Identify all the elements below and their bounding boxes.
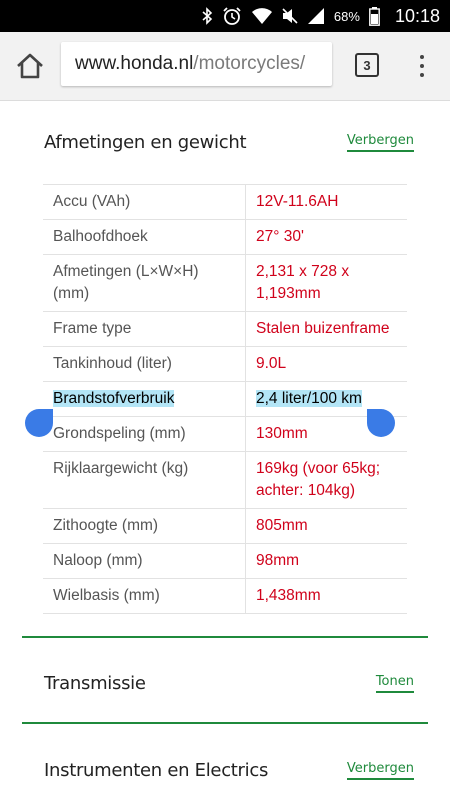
spec-label: Balhoofdhoek <box>43 219 246 255</box>
url-path: /motorcycles/ <box>193 53 306 74</box>
spec-label: Grondspeling (mm) <box>43 416 246 452</box>
section-title: Transmissie <box>44 673 146 694</box>
spec-value: 98mm <box>245 543 407 579</box>
spec-label: Accu (VAh) <box>43 184 246 220</box>
table-row: Naloop (mm) 98mm <box>43 543 407 579</box>
spec-label: Rijklaargewicht (kg) <box>43 451 246 509</box>
spec-value: 805mm <box>245 508 407 544</box>
section-header-dimensions: Afmetingen en gewicht Verbergen <box>44 132 414 153</box>
tab-count: 3 <box>363 57 371 73</box>
page-content: Afmetingen en gewicht Verbergen Accu (VA… <box>0 101 450 800</box>
spec-label: Zithoogte (mm) <box>43 508 246 544</box>
wifi-icon <box>251 7 273 25</box>
table-row: Tankinhoud (liter) 9.0L <box>43 346 407 382</box>
table-row: Frame type Stalen buizenframe <box>43 311 407 347</box>
table-row: Wielbasis (mm) 1,438mm <box>43 578 407 614</box>
spec-value: 27° 30' <box>245 219 407 255</box>
spec-value: 1,438mm <box>245 578 407 614</box>
section-title: Afmetingen en gewicht <box>44 132 247 153</box>
url-host: www.honda.nl <box>75 53 194 74</box>
spec-label: Frame type <box>43 311 246 347</box>
table-row: Grondspeling (mm) 130mm <box>43 416 407 452</box>
overflow-menu-button[interactable] <box>412 52 432 80</box>
url-bar[interactable]: www.honda.nl/motorcycles/ <box>61 42 332 86</box>
spec-value: 12V-11.6AH <box>245 184 407 220</box>
section-divider <box>22 722 428 724</box>
hide-toggle-link[interactable]: Verbergen <box>346 133 414 152</box>
tab-switcher-button[interactable]: 3 <box>355 53 379 77</box>
spec-value: 169kg (voor 65kg; achter: 104kg) <box>245 451 407 509</box>
menu-dot <box>420 55 424 59</box>
selection-handle-start[interactable] <box>25 409 53 437</box>
bluetooth-icon <box>201 7 213 25</box>
browser-toolbar: www.honda.nl/motorcycles/ 3 <box>0 32 450 101</box>
status-bar: 68% 10:18 <box>0 0 450 32</box>
home-icon <box>17 53 43 79</box>
section-title: Instrumenten en Electrics <box>44 760 269 781</box>
selection-handle-end[interactable] <box>367 409 395 437</box>
section-header-instruments: Instrumenten en Electrics Verbergen <box>44 760 414 781</box>
table-row: Zithoogte (mm) 805mm <box>43 508 407 544</box>
table-row: Afmetingen (L×W×H) (mm) 2,131 x 728 x 1,… <box>43 254 407 312</box>
spec-label: Afmetingen (L×W×H) (mm) <box>43 254 246 312</box>
section-divider <box>22 636 428 638</box>
spec-value: Stalen buizenframe <box>245 311 407 347</box>
mute-icon <box>282 7 298 25</box>
spec-value: 9.0L <box>245 346 407 382</box>
show-toggle-link[interactable]: Tonen <box>375 674 414 693</box>
table-row: Balhoofdhoek 27° 30' <box>43 219 407 255</box>
spec-label: Wielbasis (mm) <box>43 578 246 614</box>
battery-icon <box>369 6 380 26</box>
table-row-selected: Brandstofverbruik 2,4 liter/100 km <box>43 381 407 417</box>
alarm-icon <box>222 6 242 26</box>
table-row: Accu (VAh) 12V-11.6AH <box>43 184 407 220</box>
menu-dot <box>420 73 424 77</box>
spec-label: Naloop (mm) <box>43 543 246 579</box>
menu-dot <box>420 64 424 68</box>
status-icons: 68% 10:18 <box>201 0 440 32</box>
section-header-transmission: Transmissie Tonen <box>44 673 414 694</box>
spec-label: Brandstofverbruik <box>43 381 246 417</box>
home-button[interactable] <box>14 50 46 82</box>
spec-label: Tankinhoud (liter) <box>43 346 246 382</box>
clock: 10:18 <box>394 5 440 26</box>
specs-table: Accu (VAh) 12V-11.6AH Balhoofdhoek 27° 3… <box>43 184 407 614</box>
hide-toggle-link[interactable]: Verbergen <box>346 761 414 780</box>
selected-text[interactable]: 2,4 liter/100 km <box>256 390 362 407</box>
battery-level: 68% <box>333 8 360 24</box>
spec-value: 2,131 x 728 x 1,193mm <box>245 254 407 312</box>
url-text: www.honda.nl/motorcycles/ <box>61 53 305 75</box>
selected-text[interactable]: Brandstofverbruik <box>53 390 175 407</box>
table-row: Rijklaargewicht (kg) 169kg (voor 65kg; a… <box>43 451 407 509</box>
signal-icon <box>307 7 325 25</box>
